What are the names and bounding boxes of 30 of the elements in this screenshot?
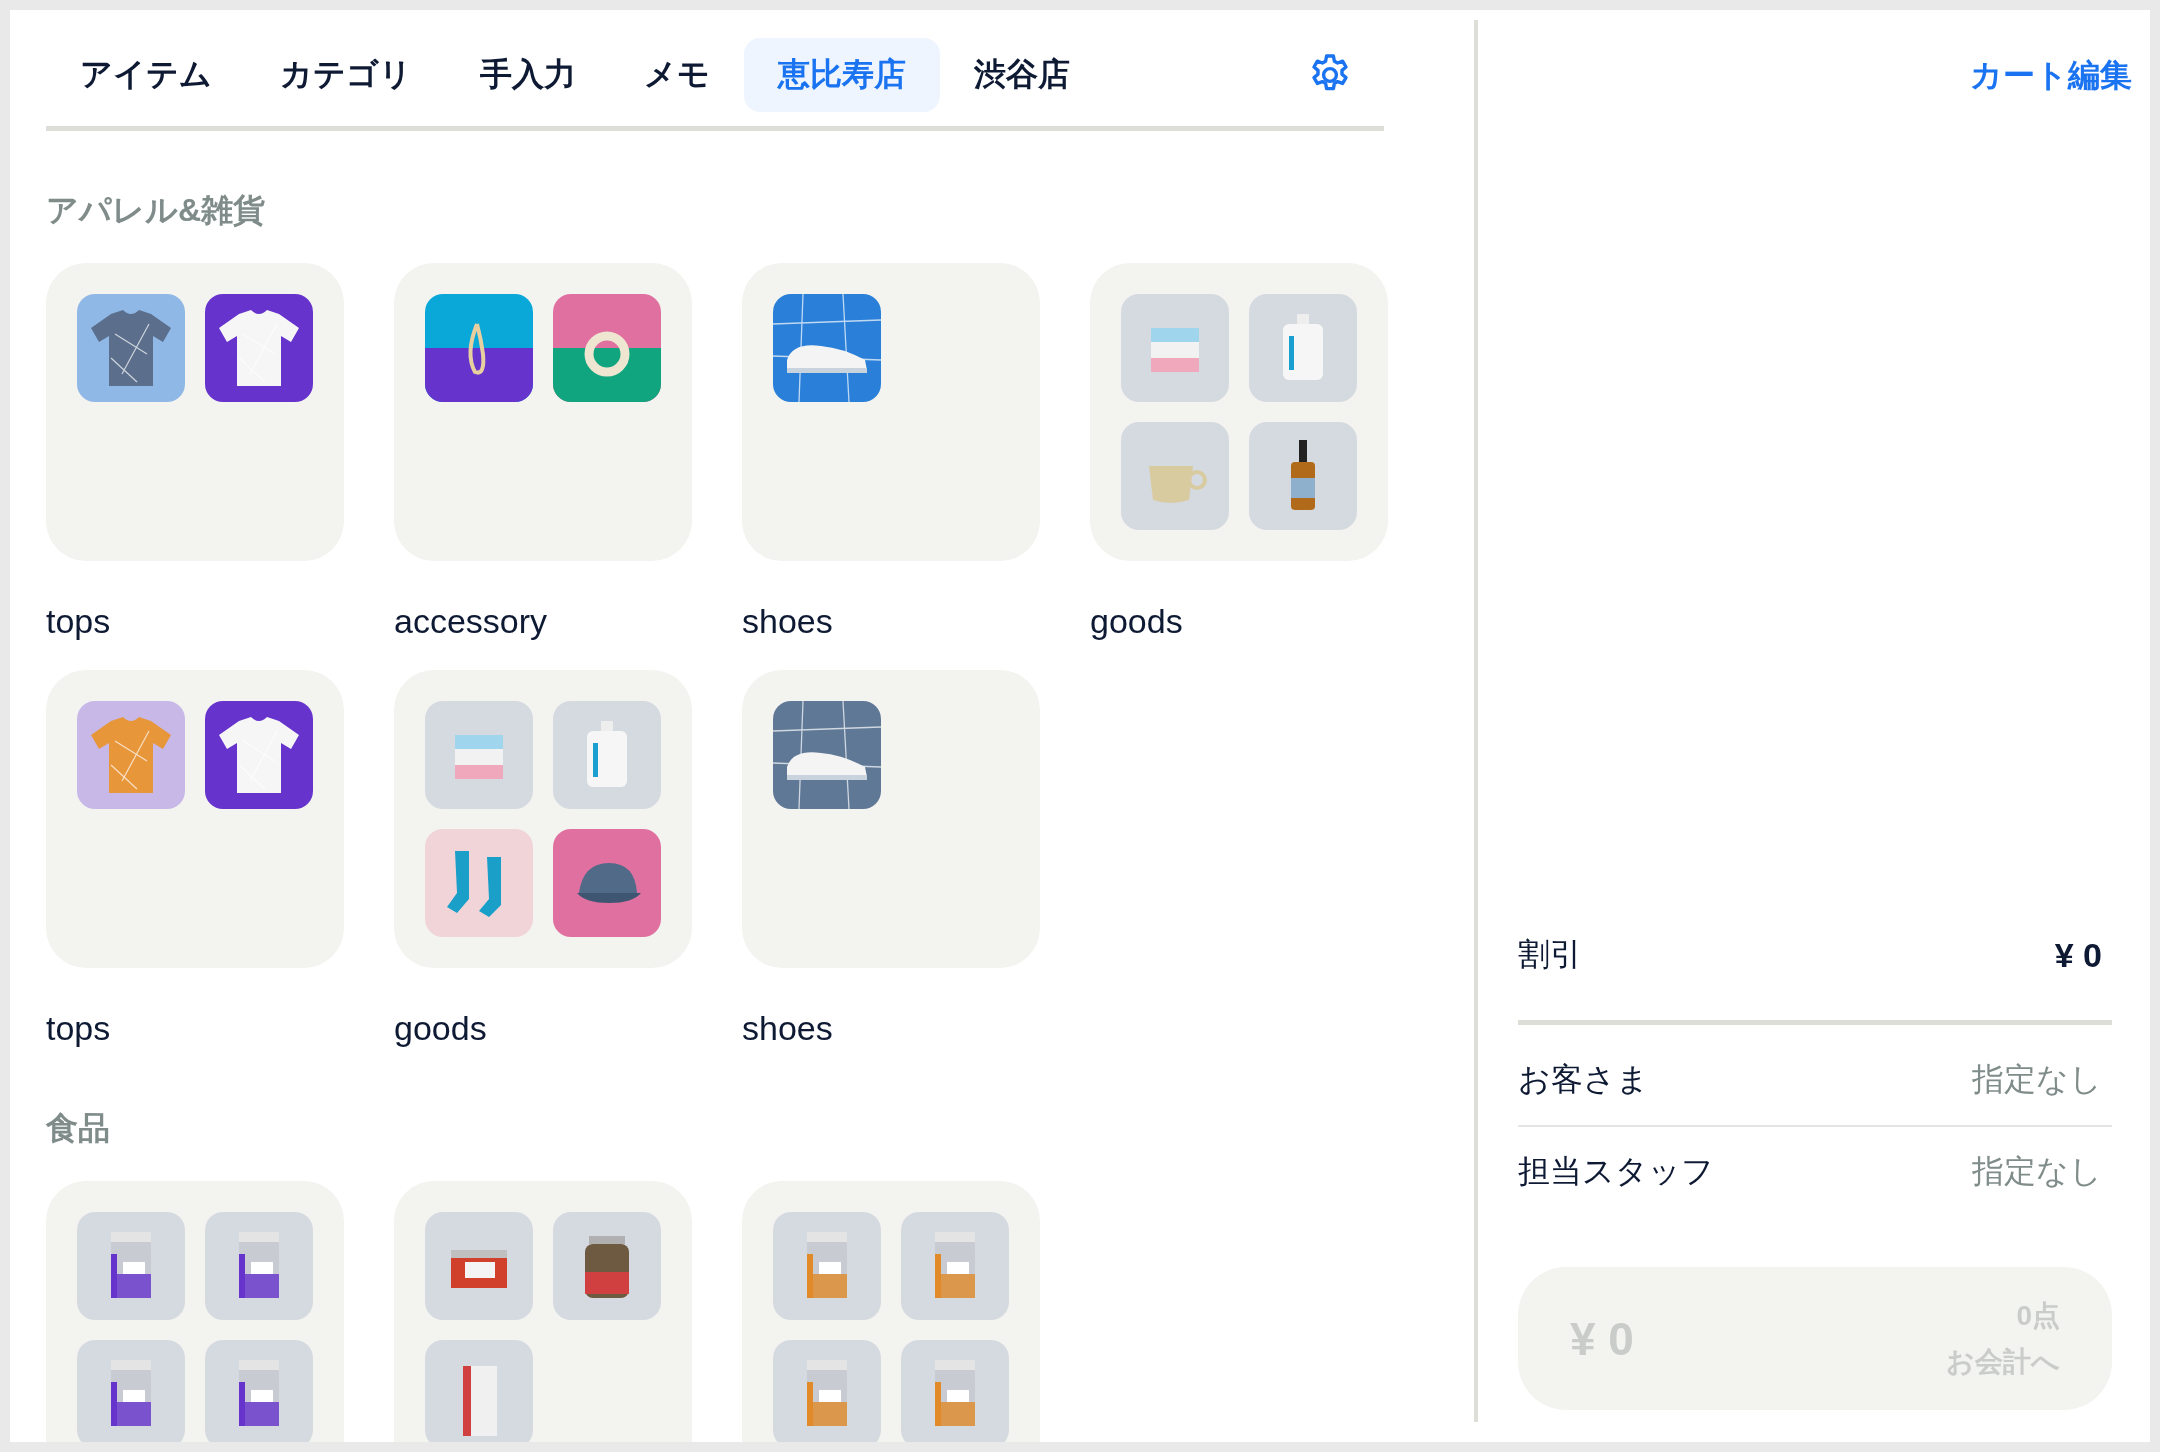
tab[interactable]: 手入力 bbox=[446, 38, 610, 112]
tab[interactable]: 渋谷店 bbox=[940, 38, 1104, 112]
section-heading: アパレル&雑貨 bbox=[46, 191, 267, 230]
tab[interactable]: カテゴリ bbox=[246, 38, 446, 112]
tile-label: tops bbox=[46, 1007, 112, 1049]
category-tile[interactable] bbox=[742, 669, 1040, 968]
tile-label: goods bbox=[1090, 601, 1184, 642]
section-heading: 食品 bbox=[46, 1108, 111, 1148]
discount-value: ¥ 0 bbox=[2054, 935, 2102, 975]
category-tile[interactable] bbox=[46, 669, 344, 968]
tile-label: tops bbox=[46, 601, 112, 642]
cart-row[interactable]: お客さま 指定なし bbox=[1518, 1035, 2112, 1125]
cart-row[interactable]: 担当スタッフ 指定なし bbox=[1518, 1127, 2112, 1217]
category-tile[interactable] bbox=[394, 669, 692, 968]
tile-label: shoes bbox=[742, 601, 834, 642]
category-tile[interactable] bbox=[1090, 263, 1388, 561]
tile-label: goods bbox=[394, 1007, 488, 1049]
category-tile[interactable] bbox=[742, 263, 1040, 561]
discount-label: 割引 bbox=[1518, 935, 1582, 974]
tile-label: accessory bbox=[394, 601, 549, 642]
category-tile[interactable] bbox=[394, 263, 692, 561]
category-tile[interactable] bbox=[46, 1180, 344, 1442]
edit-cart-link[interactable]: カート編集 bbox=[1970, 50, 2132, 102]
category-tile[interactable] bbox=[46, 263, 344, 561]
tab[interactable]: メモ bbox=[610, 38, 744, 112]
category-tile[interactable] bbox=[394, 1180, 692, 1442]
tile-label: shoes bbox=[742, 1007, 834, 1049]
category-tile[interactable] bbox=[742, 1180, 1040, 1442]
tab[interactable]: 恵比寿店 bbox=[744, 38, 940, 112]
tab[interactable]: アイテム bbox=[46, 38, 246, 112]
